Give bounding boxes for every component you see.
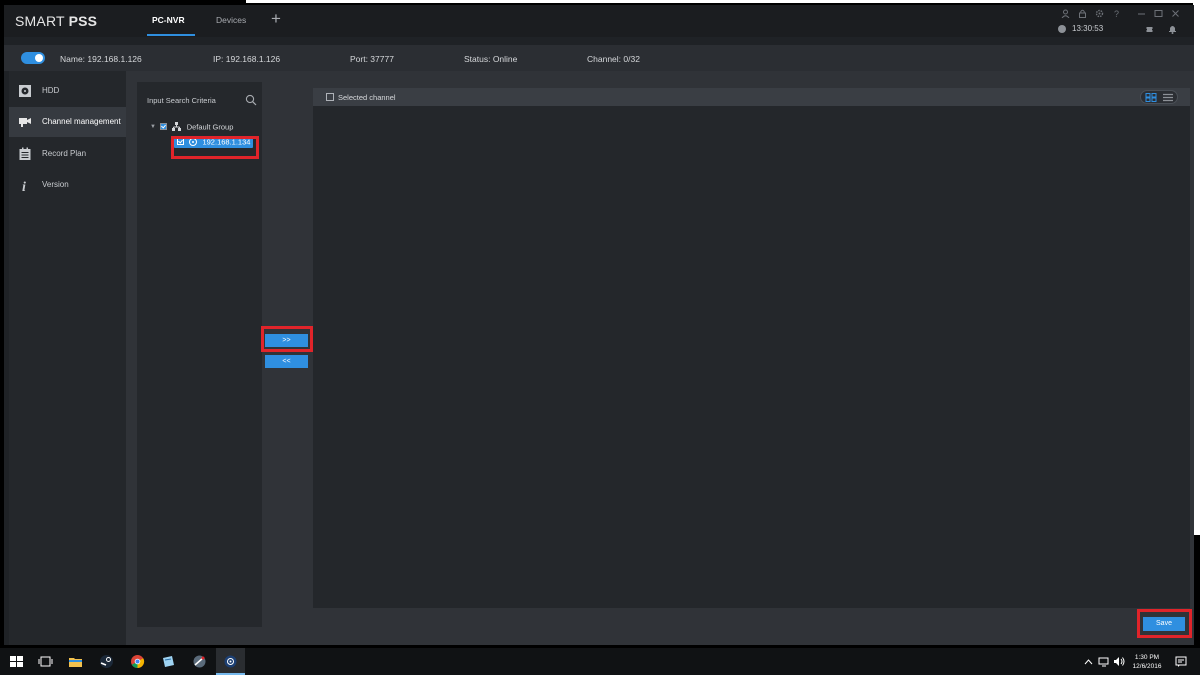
tray-chevron-icon[interactable]	[1084, 658, 1093, 665]
group-label: Default Group	[186, 122, 234, 132]
windows-taskbar: 1:30 PM 12/6/2016	[0, 648, 1200, 675]
device-name: Name: 192.168.1.126	[60, 54, 142, 64]
screen-edge-top	[246, 0, 1200, 3]
remove-channel-button[interactable]: <<	[265, 355, 308, 368]
select-all-channels-checkbox[interactable]	[326, 93, 334, 101]
svg-text:?: ?	[1114, 9, 1119, 18]
title-bar: SMART PSS PC-NVR Devices + ? 13:30:53	[4, 5, 1194, 37]
expand-arrow-icon[interactable]: ▼	[150, 124, 158, 130]
chrome-icon[interactable]	[130, 654, 145, 669]
lock-icon[interactable]	[1078, 9, 1087, 18]
sidebar-item-version[interactable]: i Version	[9, 170, 126, 200]
device-channel-count: Channel: 0/32	[587, 54, 640, 64]
task-view-icon[interactable]	[38, 654, 53, 669]
device-status: Status: Online	[464, 54, 518, 64]
info-icon: i	[22, 180, 26, 192]
selected-channel-title: Selected channel	[338, 93, 396, 102]
highlight-box-save-button	[1137, 609, 1192, 638]
record-plan-icon	[19, 147, 31, 160]
screen-edge-right	[1193, 0, 1200, 535]
search-box	[147, 92, 257, 108]
tool-app-icon[interactable]	[192, 654, 207, 669]
taskbar-time: 1:30 PM	[1134, 654, 1160, 661]
minimize-icon[interactable]	[1137, 9, 1146, 18]
tab-devices[interactable]: Devices	[216, 15, 246, 25]
device-tree-panel: ▼ Default Group 192.168.1.134	[137, 82, 262, 627]
smart-pss-taskbar-icon[interactable]	[223, 654, 238, 669]
gear-icon[interactable]	[1095, 9, 1104, 18]
sidebar-item-label: Channel management	[42, 117, 121, 126]
sidebar-item-record-plan[interactable]: Record Plan	[9, 139, 126, 169]
highlight-box-add-button	[261, 326, 313, 352]
view-mode-switch	[1140, 90, 1178, 104]
sidebar-item-label: Version	[42, 180, 69, 189]
group-tree-icon	[172, 122, 182, 132]
channel-management-content: ▼ Default Group 192.168.1.134 >> << Sele…	[126, 71, 1194, 645]
group-checkbox[interactable]	[160, 123, 168, 131]
tab-pc-nvr[interactable]: PC-NVR	[152, 15, 185, 25]
network-icon[interactable]	[1098, 656, 1110, 667]
windows-start-icon[interactable]	[9, 654, 24, 669]
selected-channel-panel: Selected channel	[313, 88, 1190, 608]
action-center-icon[interactable]	[1175, 656, 1187, 668]
device-port: Port: 37777	[350, 54, 394, 64]
taskbar-date: 12/6/2016	[1132, 663, 1162, 670]
notification-bell-icon[interactable]	[1168, 24, 1177, 34]
user-icon[interactable]	[1061, 9, 1070, 18]
selected-channel-header: Selected channel	[313, 88, 1190, 106]
sidebar: HDD Channel management Record Plan i Ver…	[9, 71, 126, 645]
channel-management-icon	[19, 118, 31, 127]
taskbar-clock[interactable]: 1:30 PM 12/6/2016	[1130, 653, 1164, 671]
add-tab-button[interactable]: +	[271, 10, 281, 27]
clock-icon	[1058, 25, 1066, 33]
grid-view-icon[interactable]	[1145, 93, 1157, 102]
search-icon[interactable]	[245, 94, 257, 106]
volume-icon[interactable]	[1113, 656, 1125, 667]
highlight-box-device	[171, 136, 259, 159]
maximize-icon[interactable]	[1154, 9, 1163, 18]
app-window: SMART PSS PC-NVR Devices + ? 13:30:53 Na…	[4, 5, 1194, 645]
device-enable-toggle[interactable]	[21, 52, 45, 64]
device-chip-icon[interactable]	[1145, 25, 1154, 34]
help-icon[interactable]: ?	[1112, 9, 1121, 18]
hdd-icon	[19, 85, 31, 97]
app-window-icon[interactable]	[161, 654, 176, 669]
search-input[interactable]	[147, 92, 243, 108]
svg-text:i: i	[22, 180, 26, 192]
steam-icon[interactable]	[99, 654, 114, 669]
sidebar-item-label: HDD	[42, 86, 60, 95]
device-info-bar: Name: 192.168.1.126 IP: 192.168.1.126 Po…	[4, 45, 1194, 71]
sidebar-item-hdd[interactable]: HDD	[9, 76, 126, 106]
clock-time: 13:30:53	[1072, 24, 1104, 33]
tree-group-row[interactable]: ▼ Default Group	[150, 122, 233, 133]
sidebar-item-channel-management[interactable]: Channel management	[9, 107, 126, 137]
file-explorer-icon[interactable]	[68, 654, 83, 669]
device-ip: IP: 192.168.1.126	[213, 54, 281, 64]
close-icon[interactable]	[1171, 9, 1180, 18]
active-tab-indicator	[147, 34, 195, 36]
list-view-icon[interactable]	[1162, 93, 1174, 102]
app-logo: SMART PSS	[15, 13, 98, 29]
sidebar-item-label: Record Plan	[42, 149, 87, 158]
